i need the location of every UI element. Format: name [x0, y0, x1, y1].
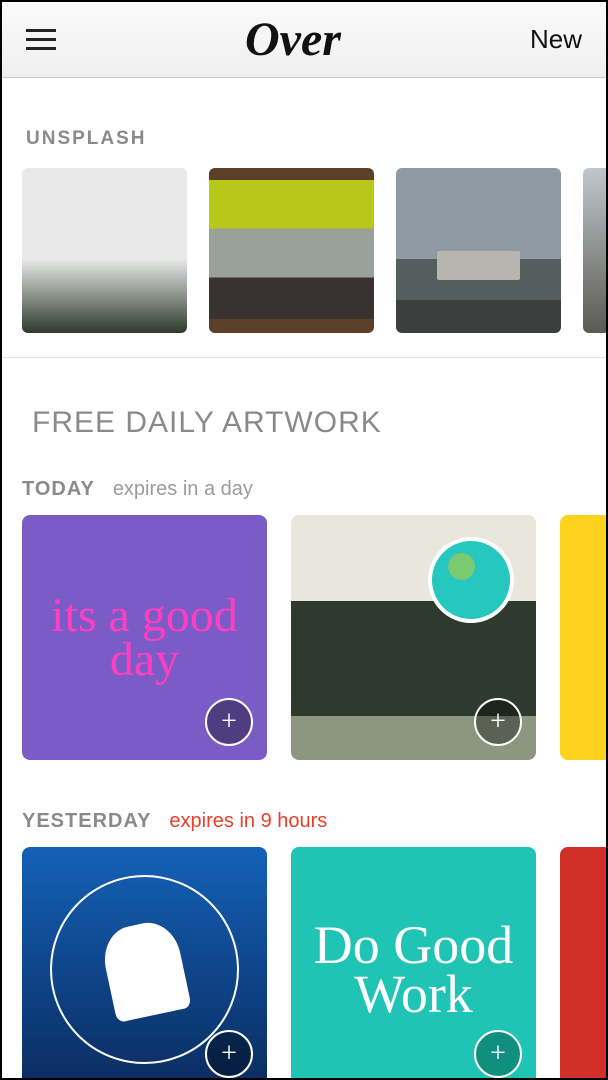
- artwork-tile[interactable]: Do Good Work +: [291, 847, 536, 1078]
- unsplash-thumb[interactable]: [396, 168, 561, 333]
- add-button[interactable]: +: [205, 1030, 253, 1078]
- unsplash-row[interactable]: [2, 168, 606, 357]
- new-button[interactable]: New: [530, 24, 582, 55]
- add-button[interactable]: +: [474, 698, 522, 746]
- artwork-tile[interactable]: +: [22, 847, 267, 1078]
- yesterday-header: YESTERDAY expires in 9 hours: [2, 810, 606, 847]
- plus-icon: +: [490, 1041, 506, 1066]
- today-label: TODAY: [22, 478, 95, 501]
- tile-text: its a good day: [42, 594, 247, 680]
- plus-icon: +: [221, 1038, 237, 1070]
- unsplash-label: UNSPLASH: [2, 78, 606, 168]
- globe-icon: [428, 537, 514, 623]
- add-button[interactable]: +: [474, 1030, 522, 1078]
- artwork-tile[interactable]: R: [560, 515, 606, 760]
- today-expires: expires in a day: [113, 478, 253, 501]
- add-button[interactable]: +: [205, 698, 253, 746]
- artwork-title: FREE DAILY ARTWORK: [2, 358, 606, 478]
- plus-icon: +: [221, 709, 237, 734]
- artwork-tile[interactable]: its a good day +: [22, 515, 267, 760]
- main-scroll[interactable]: UNSPLASH FREE DAILY ARTWORK TODAY expire…: [2, 78, 606, 1078]
- app-header: Over New: [2, 2, 606, 78]
- unsplash-thumb[interactable]: [583, 168, 606, 333]
- plus-icon: +: [490, 706, 506, 738]
- today-header: TODAY expires in a day: [2, 478, 606, 515]
- app-logo: Over: [245, 12, 341, 67]
- yesterday-row[interactable]: + Do Good Work + C TO: [2, 847, 606, 1078]
- unsplash-thumb[interactable]: [22, 168, 187, 333]
- yesterday-label: YESTERDAY: [22, 810, 151, 833]
- artwork-tile[interactable]: +: [291, 515, 536, 760]
- artwork-tile[interactable]: C TO: [560, 847, 606, 1078]
- tile-text: Do Good Work: [309, 921, 518, 1018]
- today-row[interactable]: its a good day + + R: [2, 515, 606, 810]
- menu-icon[interactable]: [26, 29, 56, 50]
- unsplash-thumb[interactable]: [209, 168, 374, 333]
- yesterday-expires: expires in 9 hours: [169, 810, 327, 833]
